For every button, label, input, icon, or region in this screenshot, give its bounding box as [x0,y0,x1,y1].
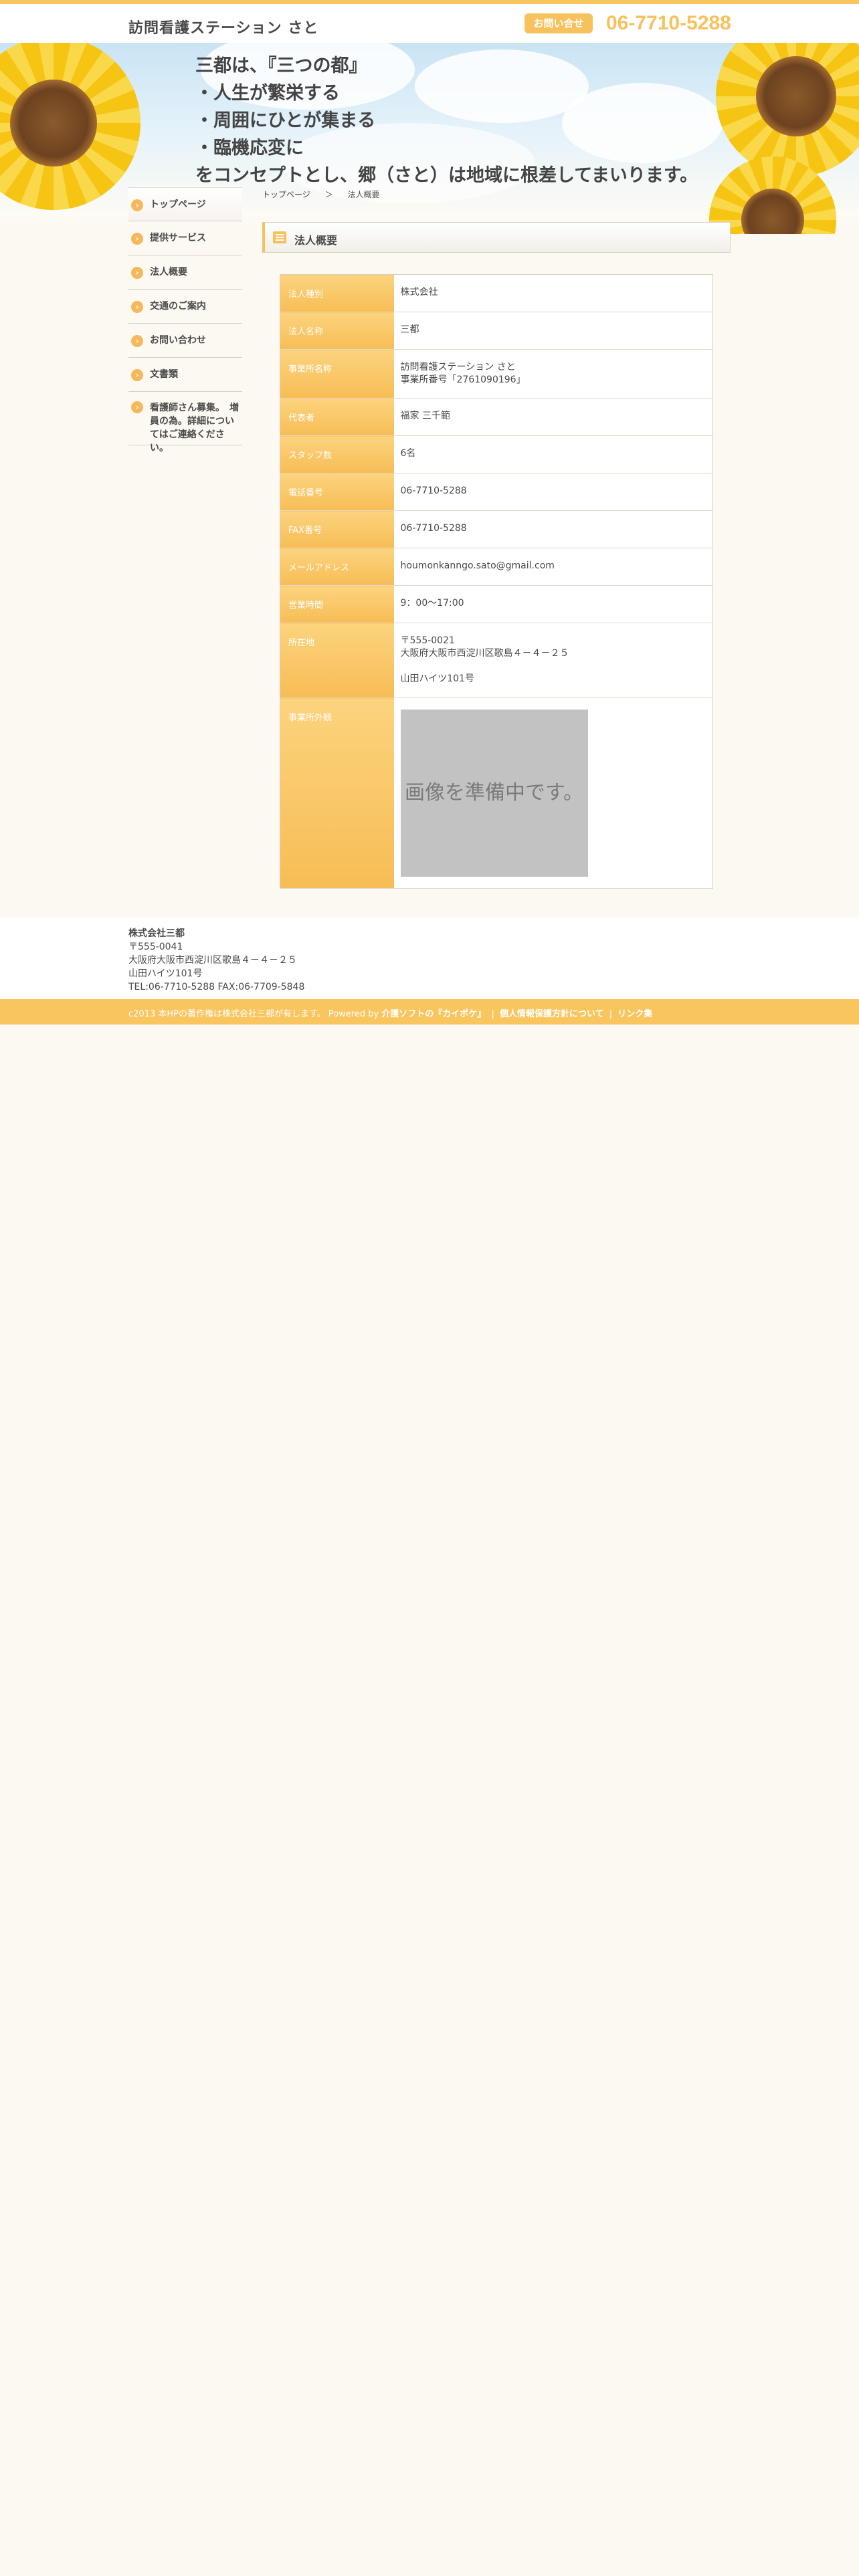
arrow-right-icon: › [131,267,143,279]
row-value: 福家 三千範 [393,398,713,436]
arrow-right-icon: › [131,401,143,413]
sidebar-item-corporate-overview[interactable]: › 法人概要 [128,255,242,290]
row-label: スタッフ数 [280,435,394,473]
header-phone-number: 06-7710-5288 [606,12,731,34]
row-label: 所在地 [280,623,394,698]
breadcrumb-home-link[interactable]: トップページ [262,190,310,199]
table-row: 法人名称 三都 [280,312,713,350]
footer-company-name: 株式会社三都 [128,928,185,939]
row-value: 訪問看護ステーション さと 事業所番号「2761090196」 [393,349,713,399]
row-value: 三都 [393,312,713,350]
row-value: 9：00〜17:00 [393,585,713,623]
row-label: 代表者 [280,398,394,436]
hero-line: ・臨機応変に [195,138,304,158]
row-value: 〒555-0021 大阪府大阪市西淀川区歌島４－４－２５ 山田ハイツ101号 [393,623,713,698]
row-value: 株式会社 [393,274,713,312]
footer-separator: | [491,1009,494,1019]
footer-bar: c2013 本HPの著作権は株式会社三都が有します。 Powered by 介護… [0,999,859,1025]
office-exterior-placeholder-image: 画像を準備中です。 [400,710,588,877]
table-row: 事業所外観 画像を準備中です。 [280,697,713,889]
footer-address: 大阪府大阪市西淀川区歌島４－４－２５ [128,955,297,966]
row-label: 法人名称 [280,312,394,350]
sidebar-item-label: 提供サービス [150,233,206,243]
table-row: 代表者 福家 三千範 [280,398,713,436]
arrow-right-icon: › [131,233,143,245]
sidebar-item-label: お問い合わせ [150,335,206,346]
arrow-right-icon: › [131,199,143,211]
row-value: 6名 [393,435,713,473]
row-label: メールアドレス [280,548,394,586]
table-row: 事業所名称 訪問看護ステーション さと 事業所番号「2761090196」 [280,349,713,399]
table-row: 所在地 〒555-0021 大阪府大阪市西淀川区歌島４－４－２５ 山田ハイツ10… [280,623,713,698]
table-row: 営業時間 9：00〜17:00 [280,585,713,623]
table-row: 電話番号 06-7710-5288 [280,473,713,511]
table-row: スタッフ数 6名 [280,435,713,473]
footer-separator: | [609,1009,613,1019]
sidebar-item-recruitment[interactable]: › 看護師さん募集。 増員の為。詳細についてはご連絡ください。 [128,392,242,453]
row-label: 営業時間 [280,585,394,623]
privacy-policy-link[interactable]: 個人情報保護方針について [500,1009,604,1019]
breadcrumb-current: 法人概要 [347,190,380,199]
table-row: FAX番号 06-7710-5288 [280,510,713,548]
hero-line: 三都は、『三つの都』 [195,56,367,76]
sidebar-nav: › トップページ › 提供サービス › 法人概要 › 交通のご案内 › お問い合… [128,187,242,453]
hero-line: ・周囲にひとが集まる [195,110,376,131]
document-icon [273,231,286,243]
row-label: 電話番号 [280,473,394,511]
copyright-text: c2013 本HPの著作権は株式会社三都が有します。 Powered by [128,1009,382,1019]
corporate-info-table: 法人種別 株式会社 法人名称 三都 事業所名称 訪問看護ステーション さと 事業… [280,274,713,889]
sidebar-item-label: トップページ [150,199,206,210]
sidebar-item-label: 法人概要 [150,267,187,278]
sidebar-item-top-page[interactable]: › トップページ [128,187,242,221]
sidebar-item-services[interactable]: › 提供サービス [128,221,242,255]
hero-line: をコンセプトとし、郷（さと）は地域に根差してまいります。 [195,165,698,186]
table-row: メールアドレス houmonkanngo.sato@gmail.com [280,548,713,586]
office-number: 事業所番号「2761090196」 [400,374,526,385]
sidebar-item-contact[interactable]: › お問い合わせ [128,324,242,358]
contact-button[interactable]: お問い合せ [524,13,593,33]
hero-concept-text: 三都は、『三つの都』 ・人生が繁栄する ・周囲にひとが集まる ・臨機応変に をコ… [195,52,698,189]
footer-tel-fax: TEL:06-7710-5288 FAX:06-7709-5848 [128,982,305,992]
footer-company-info: 株式会社三都 〒555-0041 大阪府大阪市西淀川区歌島４－４－２５ 山田ハイ… [0,918,859,999]
row-label: 法人種別 [280,274,394,312]
sidebar-item-label: 交通のご案内 [150,301,206,312]
arrow-right-icon: › [131,369,143,381]
sidebar-item-label: 文書類 [150,369,178,380]
sidebar-item-access[interactable]: › 交通のご案内 [128,290,242,324]
site-header: 訪問看護ステーション さと お問い合せ 06-7710-5288 [0,4,859,43]
sidebar-item-documents[interactable]: › 文書類 [128,358,242,392]
row-label: 事業所外観 [280,697,394,889]
row-value: 06-7710-5288 [393,473,713,511]
address-line: 大阪府大阪市西淀川区歌島４－４－２５ [400,648,569,659]
table-row: 法人種別 株式会社 [280,274,713,312]
row-value: houmonkanngo.sato@gmail.com [393,548,713,586]
sunflower-left-image [0,43,140,210]
postal-code: 〒555-0021 [400,635,455,646]
kaipoke-link[interactable]: 介護ソフトの『カイポケ』 [381,1009,486,1019]
page-title: 法人概要 [294,234,338,247]
hero-line: ・人生が繁栄する [195,83,340,104]
arrow-right-icon: › [131,301,143,313]
breadcrumb-separator: ＞ [324,190,333,199]
links-page-link[interactable]: リンク集 [617,1009,652,1019]
building-name: 山田ハイツ101号 [400,673,474,684]
site-title[interactable]: 訪問看護ステーション さと [128,16,318,37]
row-value: 06-7710-5288 [393,510,713,548]
arrow-right-icon: › [131,335,143,347]
row-label: FAX番号 [280,510,394,548]
footer-building: 山田ハイツ101号 [128,968,203,979]
office-name: 訪問看護ステーション さと [400,362,516,372]
footer-postal: 〒555-0041 [128,942,183,952]
row-value: 画像を準備中です。 [393,697,713,889]
sunflower-right-top-image [716,43,859,177]
breadcrumb: トップページ ＞ 法人概要 [262,189,391,200]
row-label: 事業所名称 [280,349,394,399]
page-heading: 法人概要 [262,222,731,253]
sidebar-item-label: 看護師さん募集。 増員の為。詳細についてはご連絡ください。 [150,403,239,453]
